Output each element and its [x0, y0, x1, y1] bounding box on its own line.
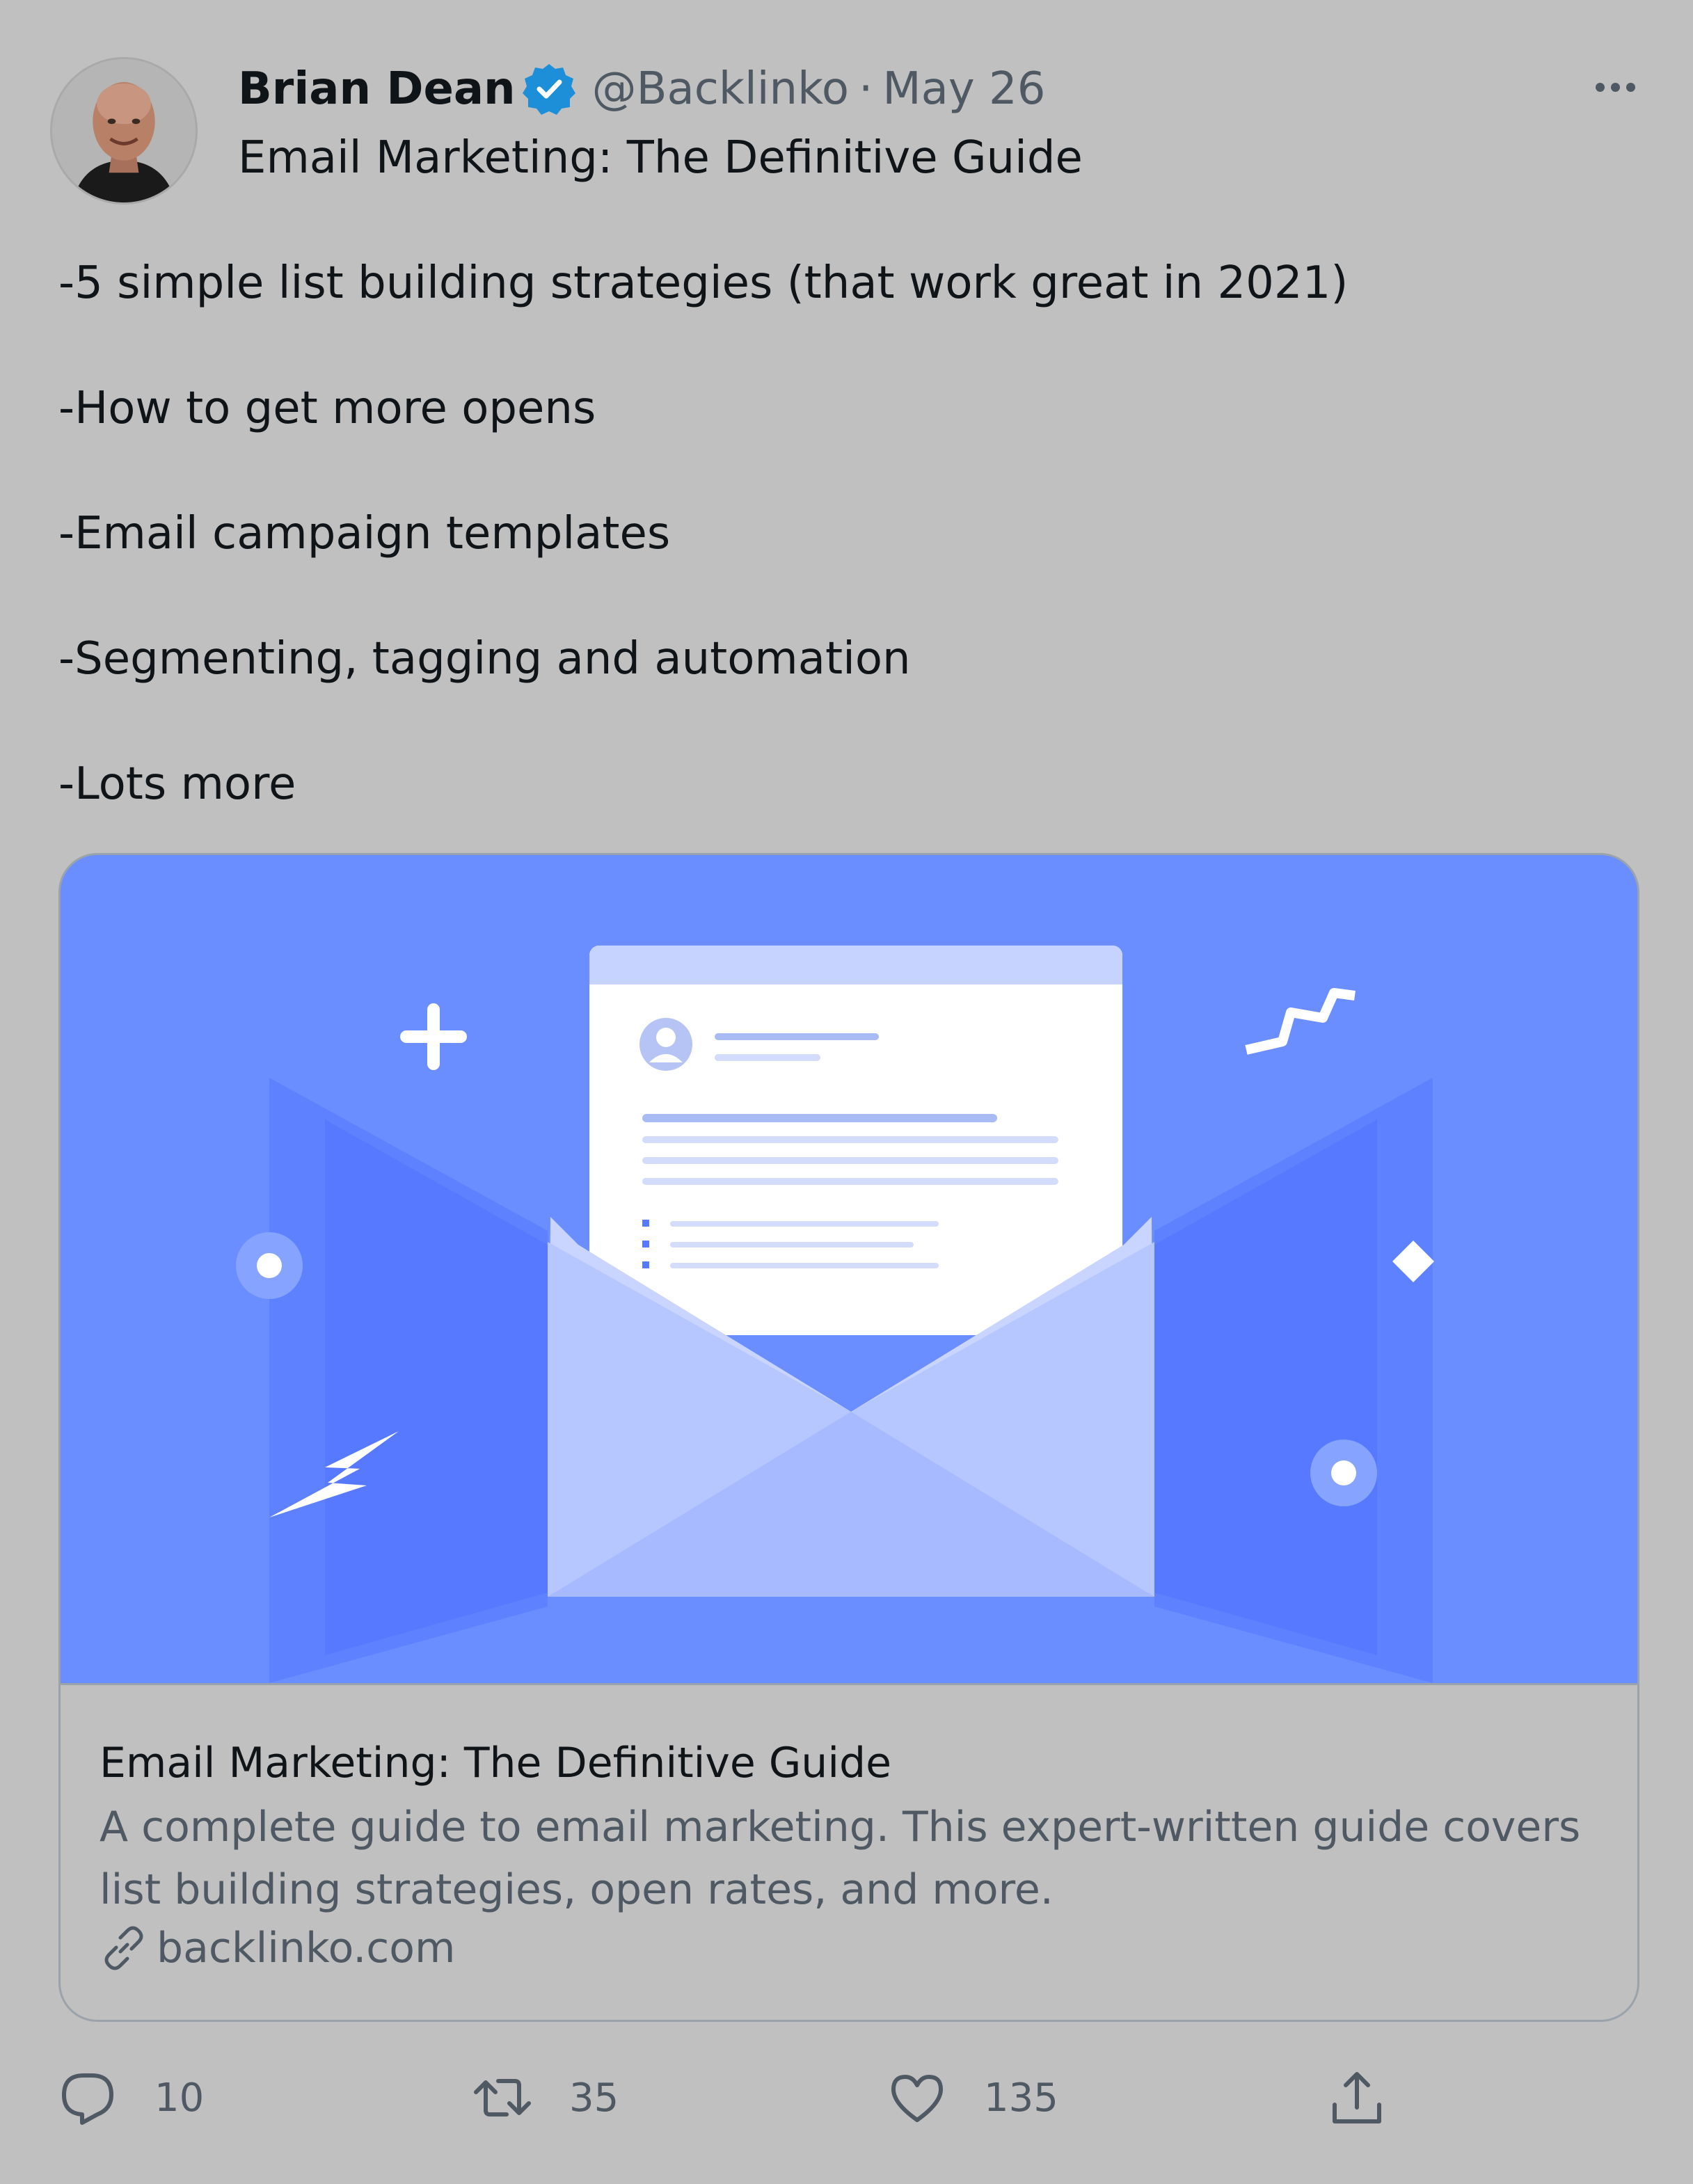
card-domain-text: backlinko.com — [157, 1924, 456, 1972]
retweet-icon — [473, 2069, 532, 2127]
tweet-line: -How to get more opens — [58, 383, 596, 434]
card-domain[interactable]: backlinko.com — [100, 1924, 455, 1972]
share-icon — [1328, 2069, 1386, 2127]
tweet-line: -Email campaign templates — [58, 508, 671, 559]
reply-button[interactable]: 10 — [58, 2059, 204, 2136]
like-button[interactable]: 135 — [888, 2059, 1058, 2136]
verified-badge-icon — [521, 61, 577, 117]
avatar-photo — [52, 59, 196, 202]
retweet-count: 35 — [569, 2075, 619, 2121]
author-name[interactable]: Brian Dean — [238, 63, 516, 115]
dot — [1626, 82, 1635, 92]
tweet-line: -Segmenting, tagging and automation — [58, 633, 911, 685]
card-image[interactable] — [61, 855, 1637, 1683]
dot — [1610, 82, 1620, 92]
separator-dot: · — [859, 63, 873, 115]
reply-icon — [58, 2069, 117, 2127]
link-icon — [100, 1924, 148, 1972]
tweet-actions: 10 35 135 — [0, 2059, 1693, 2136]
heart-icon — [888, 2069, 946, 2127]
email-envelope-illustration — [61, 855, 1637, 1683]
card-description: A complete guide to email marketing. Thi… — [100, 1803, 1581, 1914]
avatar[interactable] — [50, 57, 198, 205]
tweet-line: -5 simple list building strategies (that… — [58, 257, 1349, 309]
tweet: Brian Dean @Backlinko · May 26 Email Mar… — [0, 0, 1693, 2184]
more-options-icon[interactable] — [1584, 70, 1646, 104]
like-count: 135 — [984, 2075, 1058, 2121]
tweet-body: -5 simple list building strategies (that… — [58, 252, 1348, 878]
reply-count: 10 — [154, 2075, 205, 2121]
tweet-date[interactable]: May 26 — [882, 63, 1045, 115]
retweet-button[interactable]: 35 — [473, 2059, 619, 2136]
link-preview-card[interactable]: Email Marketing: The Definitive Guide A … — [58, 853, 1639, 2022]
tweet-header: Brian Dean @Backlinko · May 26 — [238, 54, 1045, 124]
dot — [1595, 82, 1605, 92]
share-button[interactable] — [1328, 2059, 1386, 2136]
card-title[interactable]: Email Marketing: The Definitive Guide — [100, 1739, 891, 1787]
card-divider — [61, 1683, 1637, 1685]
tweet-headline: Email Marketing: The Definitive Guide — [238, 132, 1083, 184]
author-handle[interactable]: @Backlinko — [592, 63, 849, 115]
tweet-line: -Lots more — [58, 758, 296, 810]
